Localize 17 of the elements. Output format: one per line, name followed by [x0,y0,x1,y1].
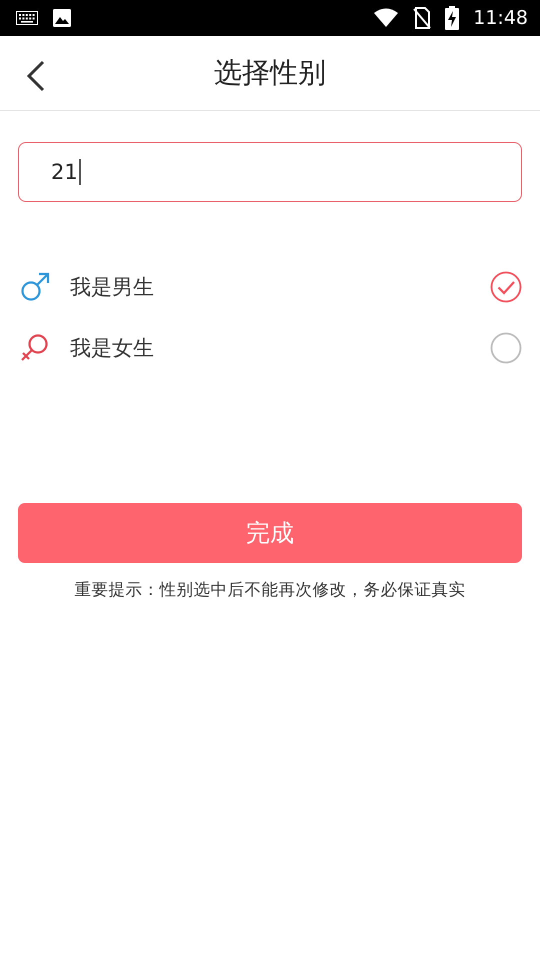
wifi-icon [373,8,400,28]
battery-charging-icon [445,6,460,30]
text-cursor [78,159,81,185]
hint-text: 重要提示：性别选中后不能再次修改，务必保证真实 [74,579,466,601]
image-icon [52,8,72,28]
gender-option-label[interactable]: 我是女生 [70,334,490,362]
no-sim-icon [413,7,432,29]
female-symbol-icon [20,332,50,362]
input-field[interactable]: 21 [18,142,522,202]
empty-circle-icon[interactable] [490,332,522,364]
page-title: 选择性别 [214,55,326,91]
keyboard-icon [16,11,38,25]
checked-circle-icon[interactable] [490,270,522,302]
male-symbol-icon [20,272,50,302]
gender-option-label[interactable]: 我是男生 [70,272,490,300]
input-value: 21 [51,160,78,184]
status-time: 11:48 [473,7,528,29]
